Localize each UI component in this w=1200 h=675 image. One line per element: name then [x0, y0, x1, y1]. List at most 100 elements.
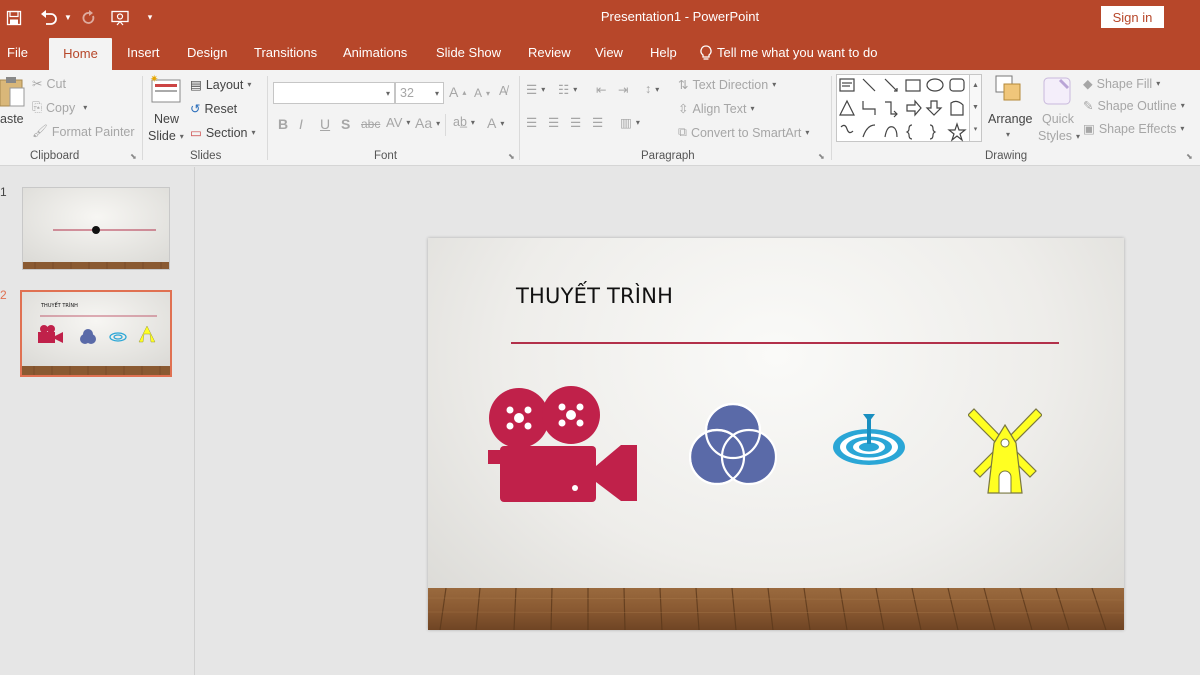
current-slide[interactable]: THUYẾT TRÌNH: [428, 238, 1124, 630]
layout-button[interactable]: ▤ Layout ▾: [190, 77, 251, 93]
layout-icon: ▤: [190, 78, 202, 92]
movie-camera-icon[interactable]: [488, 386, 638, 502]
bold-icon[interactable]: B: [278, 116, 288, 132]
quick-styles-label-2: Styles ▾: [1038, 129, 1081, 143]
font-color-icon[interactable]: A ▾: [487, 115, 504, 131]
align-center-icon[interactable]: ☰: [548, 115, 559, 130]
change-case-icon[interactable]: Aa ▾: [415, 115, 440, 131]
tell-me-box[interactable]: Tell me what you want to do: [700, 35, 877, 70]
underline-icon[interactable]: U: [320, 116, 330, 132]
slide-thumbnails-panel[interactable]: 1 2 THUYẾT TRÌNH: [0, 167, 195, 675]
shape-effects-label: Shape Effects: [1098, 121, 1177, 136]
section-icon: ▭: [190, 126, 202, 140]
shadow-icon[interactable]: S: [341, 116, 350, 132]
tab-help[interactable]: Help: [650, 35, 677, 70]
tab-file[interactable]: File: [7, 35, 28, 70]
convert-smartart-button[interactable]: ⧉ Convert to SmartArt ▾: [678, 125, 809, 140]
slide-number-2: 2: [0, 288, 7, 302]
convert-smartart-label: Convert to SmartArt: [690, 125, 802, 140]
tell-me-text: Tell me what you want to do: [717, 44, 878, 60]
clipboard-icon: [0, 77, 25, 107]
tab-transitions[interactable]: Transitions: [254, 35, 317, 70]
shape-fill-button[interactable]: ◆ Shape Fill ▾: [1083, 76, 1160, 92]
format-painter-button[interactable]: 🖌 Format Painter: [32, 124, 135, 139]
tab-review[interactable]: Review: [528, 35, 571, 70]
title-underline[interactable]: [511, 342, 1059, 344]
decrease-indent-icon[interactable]: ⇤: [596, 82, 606, 97]
clipboard-launcher-icon[interactable]: ⬊: [130, 152, 137, 161]
sign-in-button[interactable]: Sign in: [1101, 6, 1164, 28]
undo-dropdown-icon[interactable]: ▼: [64, 0, 72, 35]
numbering-icon[interactable]: ☷ ▾: [558, 82, 577, 97]
shapes-gallery[interactable]: [836, 74, 970, 142]
undo-icon[interactable]: [34, 0, 64, 35]
tab-design[interactable]: Design: [187, 35, 227, 70]
font-name-box[interactable]: ▾: [273, 82, 395, 104]
cut-button[interactable]: ✂ Cut: [32, 76, 66, 92]
shapes-scroll[interactable]: ▲ ▼ ▾: [970, 74, 982, 142]
reset-button[interactable]: ↺ Reset: [190, 101, 237, 117]
lightbulb-icon: [700, 44, 712, 60]
present-from-beginning-icon[interactable]: [106, 0, 134, 35]
increase-font-icon[interactable]: A ▴: [449, 84, 466, 100]
font-size-box[interactable]: 32 ▾: [395, 82, 444, 104]
layout-label: Layout: [205, 77, 244, 92]
font-launcher-icon[interactable]: ⬊: [508, 152, 515, 161]
new-slide-label-1: New: [154, 112, 180, 126]
drawing-launcher-icon[interactable]: ⬊: [1186, 152, 1193, 161]
quick-styles-button[interactable]: [1042, 74, 1074, 108]
line-spacing-icon[interactable]: ↕ ▾: [645, 82, 659, 96]
new-slide-button[interactable]: ✷: [150, 74, 182, 104]
shape-effects-button[interactable]: ▣ Shape Effects ▾: [1083, 121, 1184, 137]
slide-thumbnail-1[interactable]: [22, 187, 170, 270]
tab-insert[interactable]: Insert: [127, 35, 160, 70]
separator: [267, 76, 268, 160]
arrange-button[interactable]: [994, 74, 1026, 106]
font-name-dropdown-icon[interactable]: ▾: [386, 89, 390, 98]
text-direction-button[interactable]: ⇅ Text Direction ▾: [678, 77, 776, 93]
bullets-icon[interactable]: ☰ ▾: [526, 82, 545, 97]
new-slide-label-2: Slide ▾: [148, 129, 184, 143]
redo-icon[interactable]: [76, 0, 102, 35]
quick-access-toolbar: ▼ ▾: [0, 0, 160, 35]
decrease-font-icon[interactable]: A ▾: [474, 86, 490, 100]
slide-thumbnail-2[interactable]: THUYẾT TRÌNH: [20, 290, 172, 377]
align-text-button[interactable]: ⇳ Align Text ▾: [678, 101, 754, 117]
tab-slide-show[interactable]: Slide Show: [436, 35, 501, 70]
clear-formatting-icon[interactable]: A̸: [499, 84, 507, 98]
italic-icon[interactable]: I: [299, 116, 303, 132]
section-label: Section: [205, 125, 248, 140]
paste-button[interactable]: [0, 76, 26, 108]
drawing-group-label: Drawing: [985, 150, 1028, 162]
target-icon[interactable]: [832, 414, 906, 466]
columns-icon[interactable]: ▥ ▾: [620, 115, 640, 130]
justify-icon[interactable]: ☰: [592, 115, 603, 130]
windmill-icon[interactable]: [968, 403, 1042, 495]
strikethrough-icon[interactable]: abc: [361, 117, 380, 131]
cut-label: Cut: [46, 76, 66, 91]
customize-toolbar-icon[interactable]: ▾: [140, 0, 160, 35]
copy-button[interactable]: ⎘ Copy ▾: [32, 100, 87, 115]
shape-outline-button[interactable]: ✎ Shape Outline ▾: [1083, 98, 1185, 114]
tab-animations[interactable]: Animations: [343, 35, 407, 70]
align-right-icon[interactable]: ☰: [570, 115, 581, 130]
pen-icon: ✎: [1083, 99, 1094, 113]
increase-indent-icon[interactable]: ⇥: [618, 82, 628, 97]
slide-title[interactable]: THUYẾT TRÌNH: [516, 284, 673, 308]
font-size-dropdown-icon[interactable]: ▾: [435, 89, 439, 98]
section-button[interactable]: ▭ Section ▾: [190, 125, 256, 141]
arrange-dropdown-icon[interactable]: ▾: [1006, 130, 1010, 139]
shapes-gallery-icons: [839, 78, 967, 142]
paste-label: aste: [0, 112, 24, 126]
paragraph-launcher-icon[interactable]: ⬊: [818, 152, 825, 161]
tab-view[interactable]: View: [595, 35, 623, 70]
venn-diagram-icon[interactable]: [689, 401, 777, 489]
align-left-icon[interactable]: ☰: [526, 115, 537, 130]
character-spacing-icon[interactable]: AV ▾: [386, 115, 410, 130]
tab-home[interactable]: Home: [49, 38, 112, 70]
highlight-icon[interactable]: ab̲ ▾: [453, 115, 475, 129]
paint-bucket-icon: ◆: [1083, 77, 1093, 91]
save-icon[interactable]: [0, 0, 28, 35]
window-title: Presentation1 - PowerPoint: [600, 9, 760, 24]
quick-styles-icon: [1043, 77, 1071, 105]
